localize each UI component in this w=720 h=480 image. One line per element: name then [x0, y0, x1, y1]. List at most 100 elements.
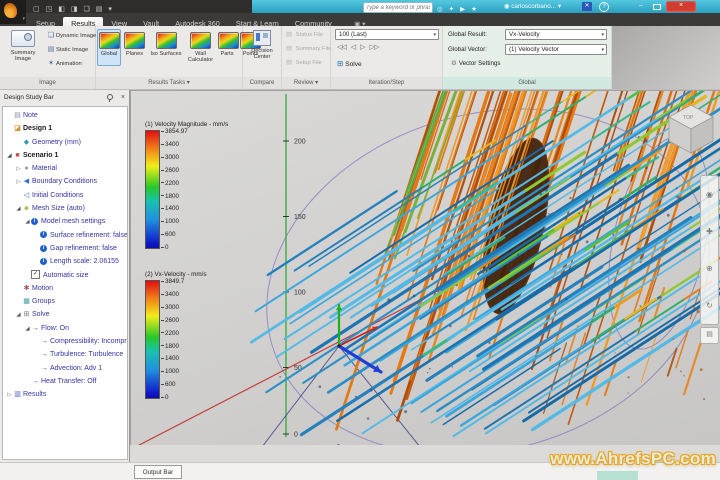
info-icon: i [40, 231, 47, 239]
tree-item-initial-conditions[interactable]: ◁ Initial Conditions [3, 189, 127, 202]
legend-label: 2600 [161, 317, 179, 324]
setup-file-button[interactable]: ▤ Setup File [286, 57, 322, 69]
wall-calculator-button[interactable]: Wall Calculator [185, 29, 216, 66]
legend-label: 0 [161, 244, 169, 251]
branch-icon: → [41, 351, 48, 359]
exchange-apps-icon[interactable]: ✕ [582, 2, 592, 11]
global-vector-dropdown[interactable]: (1) Velocity Vector ▾ [505, 44, 607, 55]
expander-icon[interactable]: ◢ [6, 150, 13, 162]
design-study-tree: ▤ Note ◪ Design 1 ◆ Geometry (mm) ◢ ■ Scenario 1… [2, 106, 128, 460]
legend-labels: 3854.97 3400 3000 2600 2200 1800 1400 1000 600 0 [161, 128, 203, 251]
tree-item-label: Heat Transfer: Off [41, 377, 97, 385]
svg-text:TOP: TOP [683, 115, 694, 121]
planes-button[interactable]: Planes [122, 29, 147, 66]
tree-item-solve[interactable]: ◢ ⊞ Solve [3, 308, 127, 321]
tree-item-material[interactable]: ▷ ● Material [3, 162, 127, 175]
global-button[interactable]: Global [97, 29, 121, 66]
tree-item-turbulence-turbulence[interactable]: → Turbulence: Turbulence [3, 348, 127, 361]
search-input[interactable] [363, 2, 433, 13]
legend-label: 2200 [161, 180, 179, 187]
legend-label: 3000 [161, 154, 179, 161]
last-iteration-button[interactable]: ▷▷ [370, 44, 380, 51]
tree-item-length-scale-2-06155[interactable]: i Length scale: 2.06155 [3, 255, 127, 268]
checkbox-checked[interactable]: ✓ [31, 270, 40, 280]
decision-center-button[interactable]: Decision Center [244, 29, 280, 60]
solve-icon: ⊞ [23, 311, 30, 319]
global-result-label: Global Result: [448, 31, 487, 38]
setup-file-label: Setup File [294, 60, 322, 66]
tree-item-design-1[interactable]: ◪ Design 1 [3, 122, 127, 135]
global-result-dropdown[interactable]: Vx-Velocity ▾ [505, 29, 607, 40]
expander-icon[interactable]: ▷ [15, 176, 22, 188]
expander-icon[interactable]: ◢ [24, 216, 31, 228]
tree-item-boundary-conditions[interactable]: ▷ ◀ Boundary Conditions [3, 175, 127, 188]
first-iteration-button[interactable]: ◁◁ [337, 44, 347, 51]
panel-label-review[interactable]: Review ▾ [282, 77, 330, 89]
iteration-dropdown[interactable]: 100 (Last) ▾ [335, 29, 439, 40]
legend-label: 3849.7 [161, 278, 184, 285]
tree-item-results[interactable]: ▷ ▥ Results [3, 388, 127, 401]
previous-iteration-button[interactable]: ◁ [351, 44, 356, 51]
vector-settings-button[interactable]: ⚙ Vector Settings [451, 59, 500, 69]
expander-icon[interactable]: ▷ [15, 163, 22, 175]
viewport-3d[interactable]: 200 150 100 50 0 TOP (1) Velocity Magnitude -… [130, 90, 720, 445]
info-icon: i [40, 257, 47, 265]
restore-button[interactable] [650, 1, 664, 11]
iso-surfaces-button[interactable]: Iso Surfaces [148, 29, 184, 66]
pan-icon[interactable]: ✚ [706, 227, 713, 236]
tree-item-geometry-mm[interactable]: ◆ Geometry (mm) [3, 136, 127, 149]
help-icon[interactable]: ? [599, 2, 609, 12]
navigation-bar: ◉ ✚ ⊕ ↻ [700, 175, 719, 325]
tree-item-label: Turbulence: Turbulence [50, 351, 124, 359]
pin-icon[interactable] [107, 94, 113, 102]
expander-icon[interactable]: ◢ [15, 309, 22, 321]
tree-item-advection-adv-1[interactable]: → Advection: Adv 1 [3, 362, 127, 375]
status-file-button[interactable]: ▤ Status File [286, 29, 323, 41]
legend-body: 3849.7 3400 3000 2600 2200 1800 1400 1000 600 0 [145, 278, 207, 401]
expander-icon[interactable]: ▷ [6, 389, 13, 401]
tree-item-flow-on[interactable]: ◢ → Flow: On [3, 322, 127, 335]
panel-label-results-tasks[interactable]: Results Tasks ▾ [96, 77, 242, 89]
showmotion-icon[interactable]: ▤ [706, 331, 713, 338]
legend-vx-velocity: (2) Vx-Velocity - mm/s 3849.7 3400 3000 2600… [145, 271, 207, 401]
tree-item-label: Model mesh settings [41, 218, 106, 226]
minimize-button[interactable]: – [634, 1, 648, 11]
tree-item-compressibility-incompr[interactable]: → Compressibility: Incompr... [3, 335, 127, 348]
tree-item-scenario-1[interactable]: ◢ ■ Scenario 1 [3, 149, 127, 162]
panel-close-icon[interactable]: × [121, 90, 125, 105]
expander-icon[interactable]: ◢ [15, 203, 22, 215]
animation-button[interactable]: ✶ Animation [46, 58, 82, 70]
restore-icon [653, 4, 661, 10]
file-icon: ▤ [286, 31, 293, 38]
summary-image-button[interactable]: Summary Image [2, 29, 44, 75]
tree-item-surface-refinement-false[interactable]: i Surface refinement: false [3, 229, 127, 242]
iso-surfaces-label: Iso Surfaces [150, 51, 182, 57]
design-study-bar-header: Design Study Bar × [0, 90, 129, 105]
output-bar-tab[interactable]: Output Bar [134, 465, 182, 479]
orbit-icon[interactable]: ↻ [706, 301, 713, 310]
tree-item-label: Mesh Size (auto) [32, 205, 85, 213]
expander-icon[interactable]: ◢ [24, 323, 31, 335]
static-image-button[interactable]: ▤ Static Image [46, 44, 89, 56]
solve-button[interactable]: ⊞ Solve [337, 58, 362, 70]
tree-item-motion[interactable]: ✱ Motion [3, 282, 127, 295]
legend-label: 1800 [161, 193, 179, 200]
close-button[interactable]: × [666, 1, 696, 12]
nav-wheel-icon[interactable]: ◉ [706, 190, 713, 199]
summary-file-button[interactable]: ▤ Summary File [286, 43, 331, 55]
parts-button[interactable]: Parts [217, 29, 239, 66]
user-menu[interactable]: ◉ carloscorbano... ▾ [504, 0, 561, 13]
tree-item-automatic-size[interactable]: ✓ Automatic size [3, 269, 127, 282]
app-menu-button[interactable]: ▾ [0, 0, 26, 24]
dynamic-image-button[interactable]: ❏ Dynamic Image [46, 30, 96, 42]
user-menu-caret-icon: ▾ [557, 3, 561, 10]
zoom-icon[interactable]: ⊕ [706, 264, 713, 273]
solve-icon: ⊞ [337, 59, 344, 68]
tree-item-heat-transfer-off[interactable]: → Heat Transfer: Off [3, 375, 127, 388]
tree-item-note[interactable]: ▤ Note [3, 109, 127, 122]
tree-item-mesh-size-auto[interactable]: ◢ ◈ Mesh Size (auto) [3, 202, 127, 215]
tree-item-model-mesh-settings[interactable]: ◢ i Model mesh settings [3, 215, 127, 228]
tree-item-groups[interactable]: ▦ Groups [3, 295, 127, 308]
tree-item-gap-refinement-false[interactable]: i Gap refinement: false [3, 242, 127, 255]
next-iteration-button[interactable]: ▷ [360, 44, 365, 51]
